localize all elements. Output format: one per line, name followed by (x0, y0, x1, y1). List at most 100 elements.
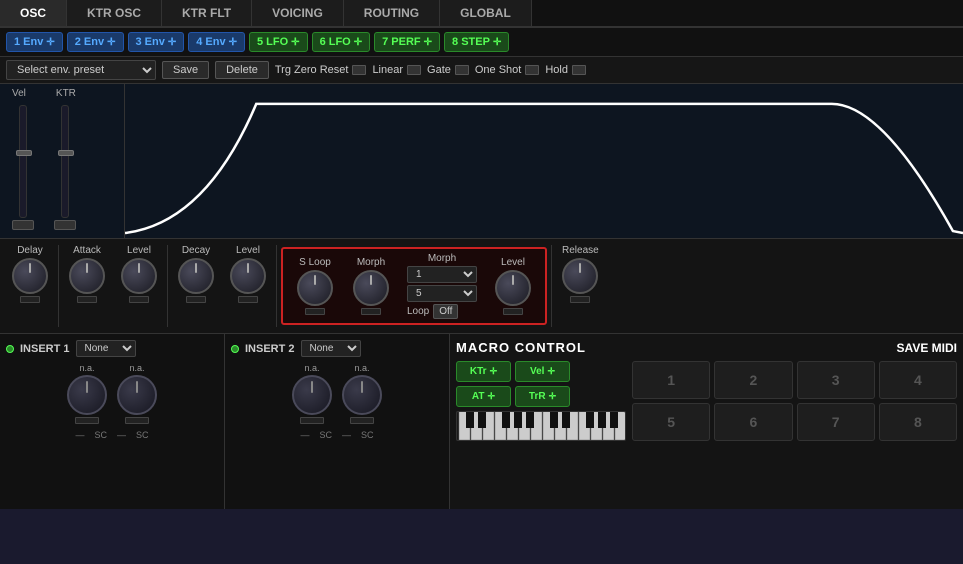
ktr-end-btn[interactable] (54, 220, 76, 230)
env-6-btn[interactable]: 6 LFO ✛ (312, 32, 371, 52)
morph1-led[interactable] (361, 308, 381, 315)
insert-1-led1[interactable] (75, 417, 99, 424)
knob-section-wrapper: Delay Attack Level Decay Level (0, 239, 963, 334)
linear-led[interactable] (407, 65, 421, 75)
morph1-knob[interactable] (353, 270, 389, 306)
insert-1-sc2: SC (136, 430, 149, 440)
macro-cell-8[interactable]: 8 (879, 403, 957, 441)
insert-2-sc2: SC (361, 430, 374, 440)
ktr-track (61, 105, 69, 218)
tab-osc[interactable]: OSC (0, 0, 67, 26)
insert-1-knob2[interactable] (117, 375, 157, 415)
macro-cell-3[interactable]: 3 (797, 361, 875, 399)
release-knob[interactable] (562, 258, 598, 294)
controls-row: Select env. preset Save Delete Trg Zero … (0, 57, 963, 84)
insert-1-knob2-label: n.a. (129, 363, 144, 373)
save-midi-btn[interactable]: SAVE MIDI (897, 341, 957, 355)
one-shot-led[interactable] (525, 65, 539, 75)
gate-led[interactable] (455, 65, 469, 75)
insert-2-knob2-group: n.a. (342, 363, 382, 424)
env-8-btn[interactable]: 8 STEP ✛ (444, 32, 509, 52)
env-7-btn[interactable]: 7 PERF ✛ (374, 32, 440, 52)
insert-2-select[interactable]: None (301, 340, 361, 357)
macro-cell-1[interactable]: 1 (632, 361, 710, 399)
tab-global[interactable]: GLOBAL (440, 0, 532, 26)
macro-tag-ktr[interactable]: KTr ✛ (456, 361, 511, 382)
insert-2-header: INSERT 2 None (231, 340, 443, 357)
release-group: Release (554, 245, 607, 327)
morph1-label: Morph (357, 257, 385, 268)
level1-knob[interactable] (121, 258, 157, 294)
ktr-slider[interactable] (54, 105, 76, 230)
trg-zero-reset-led[interactable] (352, 65, 366, 75)
vel-end-btn[interactable] (12, 220, 34, 230)
macro-cell-6[interactable]: 6 (714, 403, 792, 441)
hold-led[interactable] (572, 65, 586, 75)
level1-led[interactable] (129, 296, 149, 303)
delay-knob[interactable] (12, 258, 48, 294)
one-shot-label: One Shot (475, 64, 521, 76)
save-button[interactable]: Save (162, 61, 209, 79)
macro-piano[interactable] (456, 411, 626, 441)
env-1-label: 1 Env (14, 36, 43, 48)
env-4-btn[interactable]: 4 Env ✛ (188, 32, 245, 52)
vel-thumb[interactable] (16, 150, 32, 156)
morph-select-1[interactable]: 1 (407, 266, 477, 283)
delete-button[interactable]: Delete (215, 61, 269, 79)
level2-knob[interactable] (230, 258, 266, 294)
insert-2-led2[interactable] (350, 417, 374, 424)
decay-group: Decay (170, 245, 222, 327)
attack-knob[interactable] (69, 258, 105, 294)
insert-1-led2[interactable] (125, 417, 149, 424)
env-3-label: 3 Env (136, 36, 165, 48)
macro-cell-4[interactable]: 4 (879, 361, 957, 399)
macro-cell-2[interactable]: 2 (714, 361, 792, 399)
level-morph-knob[interactable] (495, 270, 531, 306)
macro-cell-5[interactable]: 5 (632, 403, 710, 441)
insert-2-led1[interactable] (300, 417, 324, 424)
insert-1-knob1[interactable] (67, 375, 107, 415)
env-2-btn[interactable]: 2 Env ✛ (67, 32, 124, 52)
level-morph-led[interactable] (503, 308, 523, 315)
level1-label: Level (127, 245, 151, 256)
macro-tag-vel[interactable]: Vel ✛ (515, 361, 570, 382)
loop-off-btn[interactable]: Off (433, 304, 458, 319)
delay-led[interactable] (20, 296, 40, 303)
tab-ktr-flt[interactable]: KTR FLT (162, 0, 252, 26)
decay-knob[interactable] (178, 258, 214, 294)
tab-ktr-osc[interactable]: KTR OSC (67, 0, 162, 26)
env-5-btn[interactable]: 5 LFO ✛ (249, 32, 308, 52)
attack-group: Attack (61, 245, 113, 327)
ktr-label: KTR (56, 88, 76, 99)
morph-select-2[interactable]: 5 (407, 285, 477, 302)
env-7-move-icon: ✛ (424, 37, 432, 48)
level2-led[interactable] (238, 296, 258, 303)
insert-1-select[interactable]: None (76, 340, 136, 357)
vel-slider[interactable] (12, 105, 34, 230)
insert-2-knob2[interactable] (342, 375, 382, 415)
macro-cell-7[interactable]: 7 (797, 403, 875, 441)
sloop-knob[interactable] (297, 270, 333, 306)
hold-toggle: Hold (545, 64, 586, 76)
release-led[interactable] (570, 296, 590, 303)
tab-routing[interactable]: ROUTING (344, 0, 440, 26)
div3 (276, 245, 277, 327)
insert-2-knob1[interactable] (292, 375, 332, 415)
preset-select[interactable]: Select env. preset (6, 60, 156, 80)
macro-tag-row-1: KTr ✛ Vel ✛ (456, 361, 626, 382)
macro-tag-trr[interactable]: TrR ✛ (515, 386, 570, 407)
decay-led[interactable] (186, 296, 206, 303)
env-3-btn[interactable]: 3 Env ✛ (128, 32, 185, 52)
attack-led[interactable] (77, 296, 97, 303)
ktr-thumb[interactable] (58, 150, 74, 156)
env-1-btn[interactable]: 1 Env ✛ (6, 32, 63, 52)
macro-tag-trr-label: TrR (529, 391, 546, 402)
loop-row: Loop Off (407, 304, 477, 319)
tab-voicing[interactable]: VOICING (252, 0, 344, 26)
macro-tag-at[interactable]: AT ✛ (456, 386, 511, 407)
sloop-led[interactable] (305, 308, 325, 315)
insert-1-knob1-label: n.a. (79, 363, 94, 373)
bottom-section: INSERT 1 None n.a. n.a. — SC — SC (0, 334, 963, 509)
insert-2-dash1: — (300, 430, 309, 440)
env-8-label: 8 STEP (452, 36, 490, 48)
